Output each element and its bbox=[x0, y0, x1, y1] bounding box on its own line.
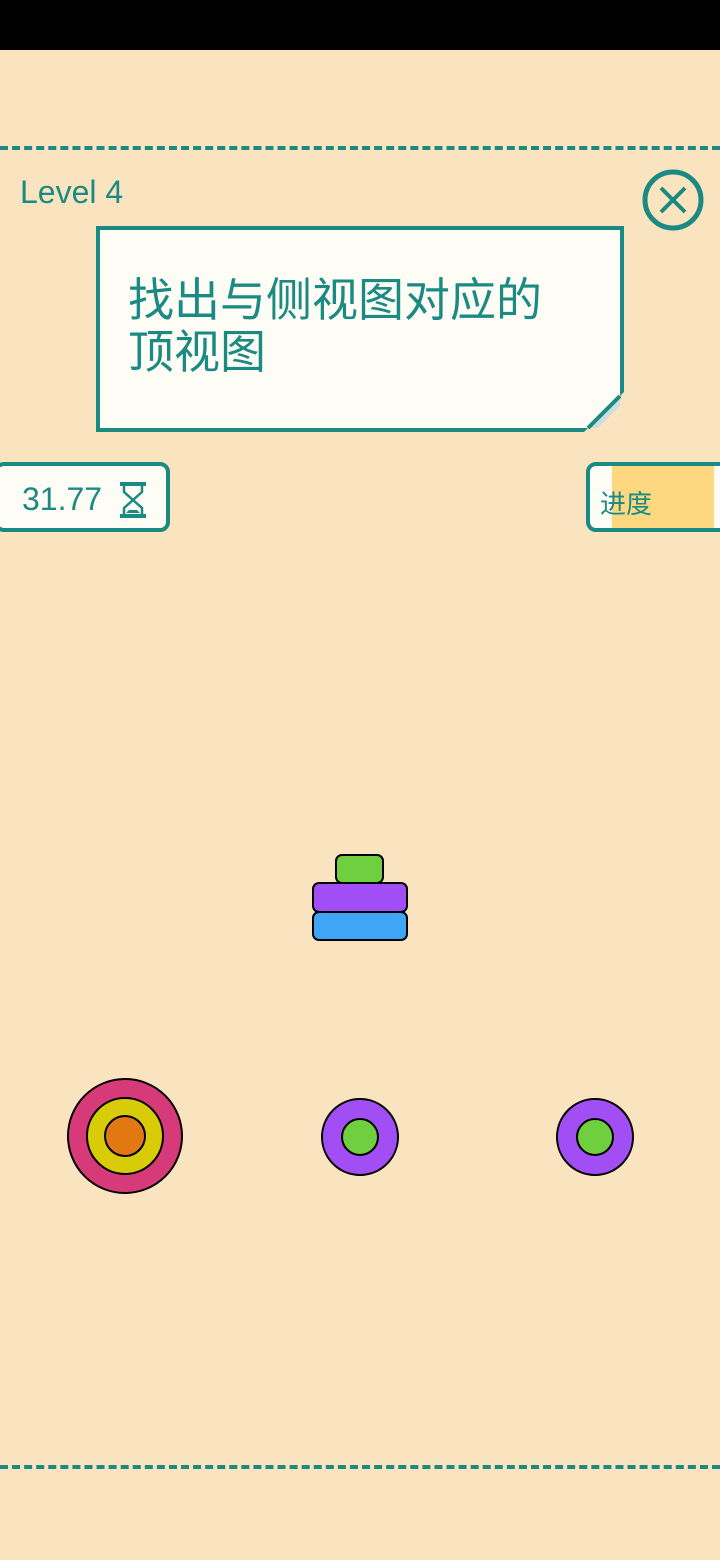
side-view-stack bbox=[312, 854, 408, 941]
instruction-line-2: 顶视图 bbox=[128, 325, 266, 379]
close-icon bbox=[642, 169, 704, 231]
timer-value: 31.77 bbox=[22, 481, 103, 517]
option-3-top-view[interactable] bbox=[555, 1097, 635, 1177]
page-curl-decoration bbox=[584, 392, 624, 432]
option-1-top-view[interactable] bbox=[66, 1077, 184, 1195]
status-bar bbox=[0, 0, 720, 50]
bottom-dashed-divider bbox=[0, 1465, 720, 1469]
side-view-layer-green bbox=[335, 854, 384, 884]
progress-label: 进度 bbox=[600, 490, 653, 520]
level-label: Level 4 bbox=[20, 174, 124, 210]
instruction-card: 找出与侧视图对应的 顶视图 bbox=[96, 226, 624, 432]
instruction-text: 找出与侧视图对应的 顶视图 bbox=[128, 274, 598, 378]
timer-box: 31.77 bbox=[0, 462, 170, 532]
progress-bar: 进度 bbox=[586, 462, 720, 532]
side-view-layer-purple bbox=[312, 882, 408, 913]
hourglass-icon bbox=[120, 482, 146, 518]
side-view-layer-blue bbox=[312, 911, 408, 941]
option-2-top-view[interactable] bbox=[320, 1097, 400, 1177]
instruction-line-1: 找出与侧视图对应的 bbox=[128, 273, 542, 327]
close-button[interactable] bbox=[641, 168, 705, 232]
top-dashed-divider bbox=[0, 146, 720, 150]
